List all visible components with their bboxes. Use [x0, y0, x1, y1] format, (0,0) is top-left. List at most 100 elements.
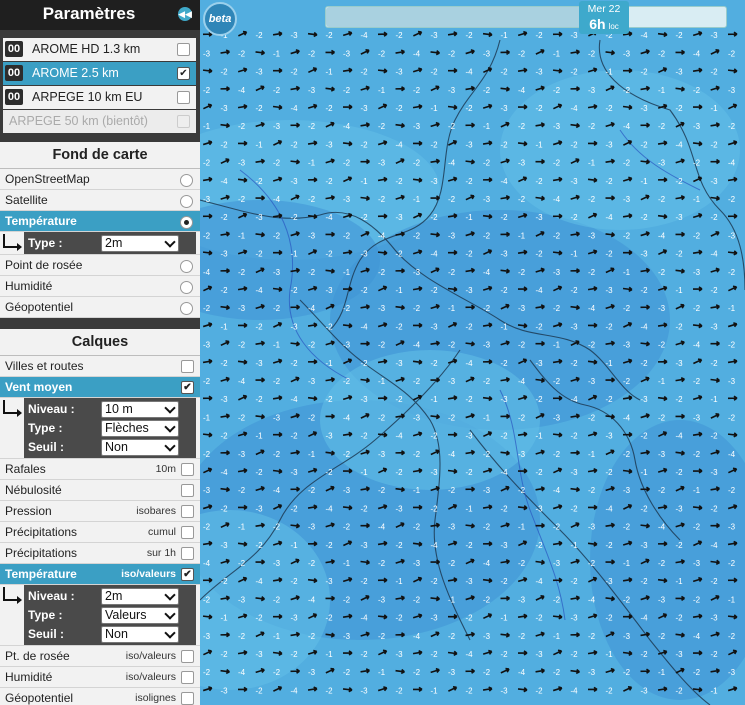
layer-checkbox[interactable]: ✔	[181, 568, 194, 581]
layer-temperature[interactable]: Température iso/valeurs ✔	[0, 564, 200, 585]
layer-checkbox[interactable]: ✔	[181, 381, 194, 394]
temperature-value: -2	[536, 31, 544, 40]
temperature-value: -2	[256, 322, 264, 331]
temperature-value: -3	[711, 322, 719, 331]
temperature-value: -4	[623, 413, 631, 422]
model-arpege-10[interactable]: 00 ARPEGE 10 km EU	[3, 86, 196, 110]
temperature-value: -4	[238, 377, 246, 386]
layer-label: Pression	[5, 504, 52, 518]
layer-checkbox[interactable]	[181, 484, 194, 497]
radio[interactable]	[180, 281, 193, 294]
niveau-select[interactable]: 2m	[101, 588, 179, 605]
layer-nebulosite[interactable]: Nébulosité	[0, 480, 200, 501]
layer-pt-rosee[interactable]: Pt. de rosée iso/valeurs	[0, 646, 200, 667]
temperature-value: -2	[431, 140, 439, 149]
wind-arrow	[657, 31, 668, 38]
niveau-select[interactable]: 10 m	[101, 401, 179, 418]
temperature-value: -3	[658, 450, 666, 459]
seuil-select[interactable]: Non	[101, 439, 179, 456]
temperature-value: -2	[238, 486, 246, 495]
temperature-value: -1	[711, 104, 719, 113]
niveau-row: Niveau : 10 m	[24, 399, 196, 419]
layer-hint: iso/valeurs	[125, 671, 176, 683]
temperature-value: -2	[641, 68, 649, 77]
layer-checkbox[interactable]	[181, 360, 194, 373]
temperature-value: -3	[361, 686, 369, 695]
settings-panel: Paramètres ◀◀ 00 AROME HD 1.3 km 00 AROM…	[0, 0, 200, 705]
temperature-value: -2	[658, 195, 666, 204]
temperature-value: -2	[693, 86, 701, 95]
layer-checkbox[interactable]	[181, 547, 194, 560]
type-select[interactable]: 2m	[101, 235, 179, 252]
radio[interactable]	[180, 260, 193, 273]
layer-vent-moyen[interactable]: Vent moyen ✔	[0, 377, 200, 398]
layer-checkbox[interactable]	[181, 526, 194, 539]
layer-checkbox[interactable]	[181, 671, 194, 684]
wind-arrow	[342, 687, 353, 693]
layer-rafales[interactable]: Rafales 10m	[0, 459, 200, 480]
collapse-panel-icon[interactable]: ◀◀	[178, 7, 192, 21]
temperature-value: -4	[676, 432, 684, 441]
temperature-value: -4	[536, 577, 544, 586]
temperature-value: -2	[378, 122, 386, 131]
layer-precip-cumul[interactable]: Précipitations cumul	[0, 522, 200, 543]
basemap-humidite[interactable]: Humidité	[0, 276, 200, 297]
layers-section: Calques Villes et routes Vent moyen ✔ Ni…	[0, 329, 200, 705]
temperature-value: -3	[413, 268, 421, 277]
temperature-value: -4	[711, 250, 719, 259]
basemap-geopotentiel[interactable]: Géopotentiel	[0, 297, 200, 318]
layer-precip-1h[interactable]: Précipitations sur 1h	[0, 543, 200, 564]
temperature-value: -3	[501, 104, 509, 113]
temperature-value: -3	[728, 523, 736, 532]
type-select[interactable]: Flèches	[101, 420, 179, 437]
wind-arrow	[395, 86, 405, 92]
temperature-value: -2	[588, 632, 596, 641]
basemap-point-rosee[interactable]: Point de rosée	[0, 255, 200, 276]
wind-arrow	[482, 103, 493, 109]
temperature-value: -2	[676, 177, 684, 186]
temperature-value: -1	[553, 632, 561, 641]
model-checkbox[interactable]	[177, 91, 190, 104]
model-arome-hd[interactable]: 00 AROME HD 1.3 km	[3, 38, 196, 62]
temperature-value: -2	[256, 104, 264, 113]
temperature-value: -2	[256, 31, 264, 40]
temperature-value: -2	[623, 231, 631, 240]
wind-arrow	[482, 649, 493, 655]
temperature-value: -2	[273, 159, 281, 168]
layer-checkbox[interactable]	[181, 692, 194, 705]
model-checkbox[interactable]: ✔	[177, 67, 190, 80]
layer-humidite[interactable]: Humidité iso/valeurs	[0, 667, 200, 688]
temperature-value: -2	[291, 286, 299, 295]
weather-map[interactable]: -1 -2 -3 -2 -4 -2 -3 -2 -1 -2 -3 -2 -4 -2 -3 -3 -2 -1 -2 -3…	[200, 0, 745, 705]
radio[interactable]	[180, 174, 193, 187]
time-slider[interactable]	[325, 6, 727, 28]
basemap-satellite[interactable]: Satellite	[0, 190, 200, 211]
temperature-value: -4	[361, 31, 369, 40]
layer-checkbox[interactable]	[181, 505, 194, 518]
wind-arrow	[517, 613, 528, 619]
radio[interactable]	[180, 216, 193, 229]
temperature-value: -1	[448, 595, 456, 604]
radio[interactable]	[180, 195, 193, 208]
radio[interactable]	[180, 302, 193, 315]
type-select[interactable]: Valeurs	[101, 607, 179, 624]
layer-checkbox[interactable]	[181, 463, 194, 476]
model-arome-2-5[interactable]: 00 AROME 2.5 km ✔	[3, 62, 196, 86]
map-canvas[interactable]: -1 -2 -3 -2 -4 -2 -3 -2 -1 -2 -3 -2 -4 -2 -3 -3 -2 -1 -2 -3…	[200, 0, 745, 705]
wind-arrow	[360, 668, 370, 674]
wind-arrow	[640, 413, 650, 419]
model-checkbox[interactable]	[177, 43, 190, 56]
seuil-select[interactable]: Non	[101, 626, 179, 643]
basemap-openstreetmap[interactable]: OpenStreetMap	[0, 169, 200, 190]
temperature-value: -3	[466, 577, 474, 586]
layer-pression[interactable]: Pression isobares	[0, 501, 200, 522]
temperature-value: -2	[273, 86, 281, 95]
layer-villes[interactable]: Villes et routes	[0, 356, 200, 377]
basemap-temperature[interactable]: Température	[0, 211, 200, 232]
temperature-value: -2	[588, 413, 596, 422]
layer-geopotentiel[interactable]: Géopotentiel isolignes	[0, 688, 200, 705]
temperature-value: -3	[711, 468, 719, 477]
temperature-value: -1	[291, 541, 299, 550]
temperature-value: -2	[606, 322, 614, 331]
layer-checkbox[interactable]	[181, 650, 194, 663]
